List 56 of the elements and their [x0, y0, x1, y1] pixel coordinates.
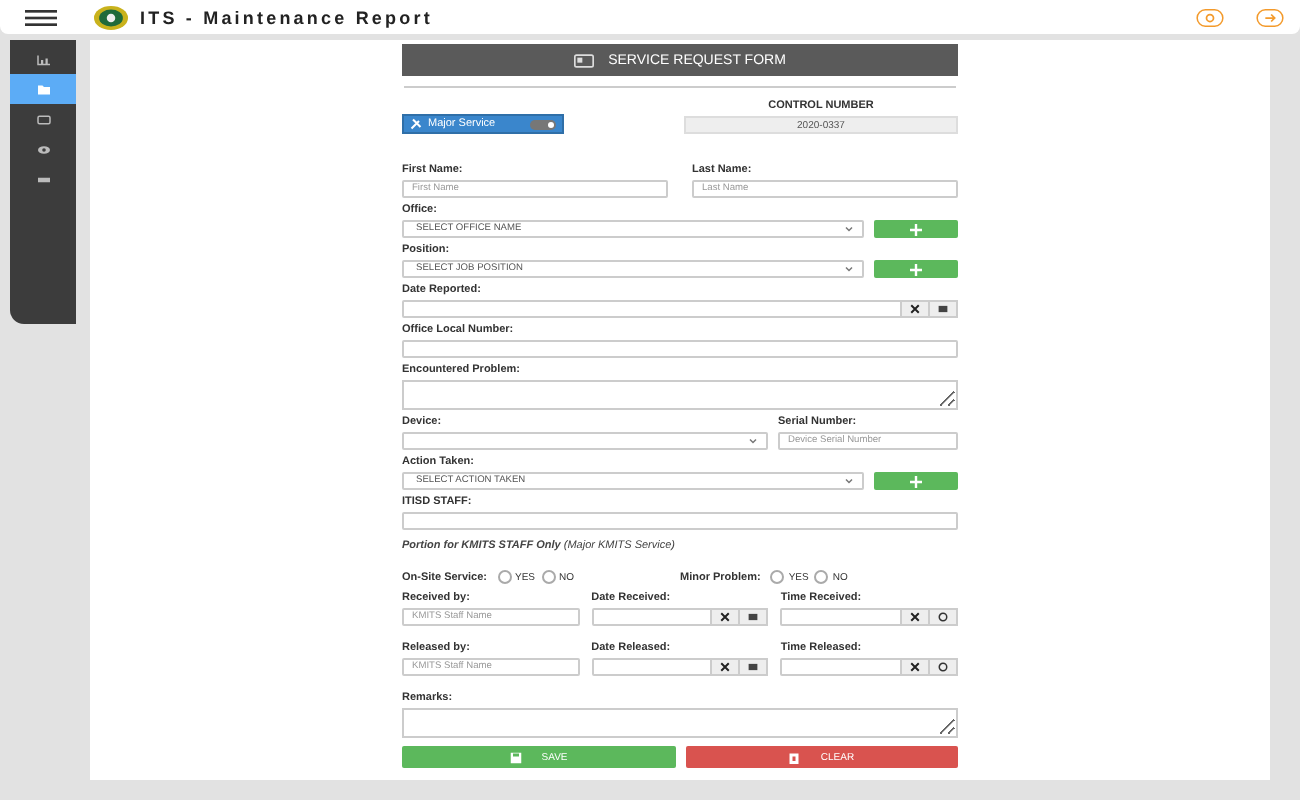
calendar-icon: [748, 612, 759, 622]
calendar-button[interactable]: [928, 300, 958, 318]
close-icon: [720, 662, 731, 672]
chart-icon: [35, 53, 51, 65]
calendar-icon: [938, 304, 948, 314]
text-area[interactable]: [402, 380, 958, 410]
card-icon: [574, 53, 595, 67]
bar-icon: [35, 173, 51, 185]
trash-icon: [788, 751, 801, 763]
settings-icon[interactable]: [1196, 7, 1224, 27]
save-icon: [509, 751, 522, 763]
clear-button[interactable]: [899, 608, 930, 626]
caret-icon: [844, 226, 854, 232]
input-field[interactable]: [780, 608, 902, 626]
logout-icon[interactable]: [1256, 7, 1284, 27]
clear-button[interactable]: [710, 658, 741, 676]
close-icon: [909, 662, 920, 672]
clear-button[interactable]: [899, 658, 930, 676]
menu-icon[interactable]: [24, 9, 58, 25]
text-area[interactable]: [402, 708, 958, 738]
plus-icon: [910, 223, 922, 235]
close-icon: [720, 612, 731, 622]
clock-button[interactable]: [927, 608, 958, 626]
caret-icon: [748, 438, 758, 444]
radio-button[interactable]: [541, 570, 556, 584]
app-title: ITS - Maintenance Report: [140, 7, 433, 27]
seal-icon: [94, 5, 128, 29]
radio-button[interactable]: [814, 570, 829, 584]
radio-button[interactable]: [497, 570, 511, 584]
plus-icon: [910, 475, 922, 487]
eye-icon: [35, 143, 51, 155]
clock-button[interactable]: [927, 658, 958, 676]
add-button[interactable]: [874, 260, 958, 278]
card-icon: [35, 113, 51, 125]
plus-icon: [910, 263, 922, 275]
input-field[interactable]: [402, 340, 958, 358]
input-field[interactable]: [402, 300, 902, 318]
clear-button[interactable]: [900, 300, 930, 318]
clock-icon: [937, 662, 948, 672]
clear-button[interactable]: [710, 608, 741, 626]
add-button[interactable]: [874, 472, 958, 490]
caret-icon: [844, 266, 854, 272]
add-button[interactable]: [874, 220, 958, 238]
clock-icon: [937, 612, 948, 622]
radio-button[interactable]: [770, 570, 785, 584]
toggle-switch[interactable]: [530, 119, 556, 129]
caret-icon: [844, 478, 854, 484]
calendar-icon: [748, 662, 759, 672]
dropdown[interactable]: [402, 432, 768, 450]
close-icon: [910, 304, 920, 314]
input-field[interactable]: [780, 658, 902, 676]
folder-icon: [35, 83, 51, 95]
close-icon: [909, 612, 920, 622]
calendar-button[interactable]: [738, 658, 769, 676]
calendar-button[interactable]: [738, 608, 769, 626]
input-field[interactable]: [402, 512, 958, 530]
